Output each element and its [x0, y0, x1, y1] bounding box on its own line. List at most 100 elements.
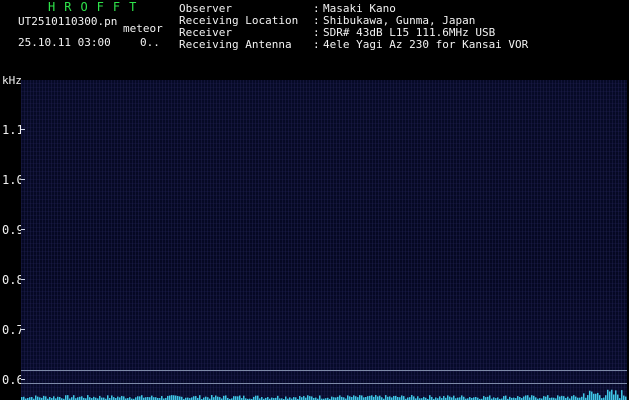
- trace-segment: [45, 396, 47, 400]
- reference-line: [21, 370, 627, 371]
- trace-segment: [385, 395, 387, 400]
- trace-segment: [563, 396, 565, 400]
- trace-segment: [307, 395, 309, 400]
- trace-segment: [107, 395, 109, 400]
- timestamp: 25.10.11 03:00: [18, 36, 111, 49]
- freq-tick-mark: [21, 279, 25, 280]
- trace-segment: [299, 395, 301, 400]
- trace-segment: [453, 395, 455, 400]
- trace-segment: [595, 393, 597, 400]
- trace-segment: [377, 396, 379, 400]
- trace-segment: [523, 396, 525, 400]
- trace-segment: [99, 395, 101, 400]
- trace-segment: [223, 395, 225, 400]
- trace-segment: [205, 396, 207, 400]
- trace-segment: [361, 395, 363, 400]
- trace-segment: [169, 395, 171, 400]
- trace-segment: [559, 396, 561, 400]
- trace-segment: [625, 396, 627, 400]
- trace-segment: [339, 395, 341, 400]
- trace-segment: [37, 396, 39, 400]
- trace-segment: [411, 395, 413, 400]
- station-info: Observer: Masaki Kano Receiving Location:…: [179, 3, 528, 51]
- trace-segment: [573, 395, 575, 400]
- trace-segment: [379, 395, 381, 400]
- trace-segment: [533, 395, 535, 400]
- trace-segment: [161, 396, 163, 400]
- freq-tick-mark: [21, 329, 25, 330]
- trace-segment: [561, 395, 563, 400]
- trace-segment: [593, 393, 595, 400]
- trace-segment: [151, 395, 153, 400]
- trace-segment: [611, 389, 613, 400]
- trace-segment: [401, 395, 403, 400]
- trace-segment: [87, 395, 89, 400]
- trace-segment: [211, 395, 213, 400]
- trace-segment: [403, 396, 405, 400]
- trace-segment: [395, 395, 397, 400]
- trace-segment: [605, 395, 607, 400]
- trace-segment: [609, 391, 611, 400]
- trace-segment: [193, 396, 195, 400]
- trace-segment: [111, 395, 113, 400]
- trace-segment: [179, 396, 181, 400]
- trace-segment: [217, 396, 219, 400]
- trace-segment: [199, 395, 201, 400]
- trace-segment: [167, 395, 169, 400]
- trace-segment: [347, 395, 349, 400]
- trace-segment: [309, 396, 311, 400]
- trace-segment: [65, 395, 67, 400]
- trace-segment: [375, 395, 377, 400]
- trace-segment: [547, 395, 549, 400]
- info-key: Receiving Antenna: [179, 38, 292, 51]
- trace-segment: [233, 396, 235, 400]
- app-logo: HROFFT: [48, 0, 146, 14]
- trace-segment: [489, 395, 491, 400]
- trace-segment: [623, 395, 625, 400]
- trace-segment: [277, 395, 279, 400]
- trace-segment: [543, 396, 545, 400]
- trace-segment: [483, 396, 485, 400]
- trace-segment: [417, 396, 419, 400]
- trace-segment: [175, 395, 177, 400]
- trace-segment: [235, 396, 237, 400]
- info-value: 4ele Yagi Az 230 for Kansai VOR: [323, 38, 529, 51]
- count-label: 0..: [140, 36, 160, 49]
- trace-segment: [67, 395, 69, 400]
- trace-segment: [413, 396, 415, 400]
- trace-segment: [367, 396, 369, 400]
- freq-tick-mark: [21, 229, 25, 230]
- trace-segment: [173, 395, 175, 400]
- trace-segment: [545, 396, 547, 400]
- trace-segment: [527, 395, 529, 400]
- trace-segment: [137, 396, 139, 400]
- trace-segment: [257, 395, 259, 400]
- trace-segment: [429, 395, 431, 400]
- trace-segment: [43, 395, 45, 400]
- freq-tick-mark: [21, 129, 25, 130]
- trace-segment: [355, 396, 357, 400]
- trace-segment: [177, 396, 179, 400]
- trace-segment: [557, 395, 559, 400]
- frequency-unit-label: kHz: [2, 74, 22, 87]
- trace-segment: [215, 395, 217, 400]
- trace-segment: [443, 396, 445, 400]
- trace-segment: [461, 395, 463, 400]
- trace-segment: [615, 390, 617, 400]
- trace-segment: [255, 395, 257, 400]
- trace-segment: [621, 390, 623, 400]
- trace-segment: [225, 395, 227, 400]
- info-colon: :: [313, 38, 320, 51]
- trace-segment: [393, 395, 395, 400]
- trace-segment: [439, 396, 441, 400]
- file-name: UT2510110300.pn: [18, 15, 118, 28]
- trace-segment: [243, 395, 245, 400]
- trace-segment: [369, 395, 371, 400]
- waterfall-spectrogram: [21, 80, 627, 400]
- freq-tick-mark: [21, 179, 25, 180]
- freq-tick-mark: [21, 379, 25, 380]
- trace-segment: [237, 396, 239, 400]
- trace-segment: [303, 396, 305, 400]
- mode-label: meteor: [123, 22, 163, 35]
- trace-segment: [505, 395, 507, 400]
